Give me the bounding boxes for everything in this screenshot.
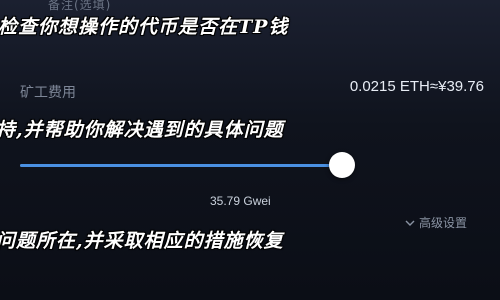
- gas-price-value: 35.79 Gwei: [210, 194, 271, 208]
- advanced-settings-toggle[interactable]: 高级设置: [404, 214, 467, 231]
- gas-slider-thumb[interactable]: [329, 152, 355, 178]
- gas-slider-track[interactable]: [20, 164, 340, 167]
- overlay-caption-1: 检查你想操作的代币是否在TP钱: [0, 16, 289, 38]
- miner-fee-amount: 0.0215 ETH≈¥39.76: [349, 78, 484, 95]
- chevron-down-icon: [405, 220, 415, 226]
- advanced-settings-label: 高级设置: [419, 216, 468, 230]
- overlay-caption-2: 持,并帮助你解决遇到的具体问题: [0, 119, 284, 141]
- overlay-caption-3: 问题所在,并采取相应的措施恢复: [0, 230, 284, 252]
- gas-slider-fill: [20, 164, 331, 167]
- transfer-screen: 备注(选填) 检查你想操作的代币是否在TP钱 矿工费用 0.0215 ETH≈¥…: [0, 0, 500, 300]
- miner-fee-label: 矿工费用: [20, 84, 76, 100]
